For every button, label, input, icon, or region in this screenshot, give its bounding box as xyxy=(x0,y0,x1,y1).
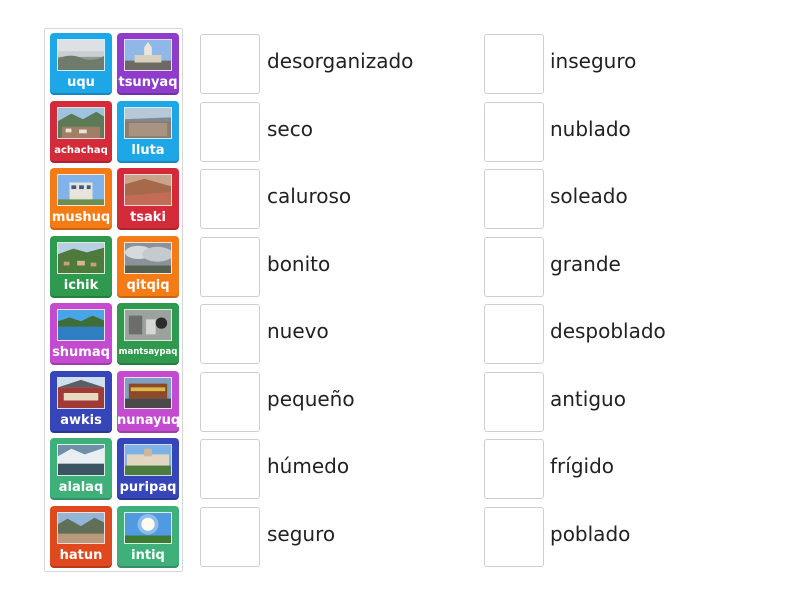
tile-photo xyxy=(124,241,172,274)
tile-label: ichik xyxy=(63,277,99,293)
drop-zone-left_words-1[interactable] xyxy=(200,34,260,94)
match-word: grande xyxy=(550,251,621,276)
drop-zone-left_words-8[interactable] xyxy=(200,506,260,567)
tile-shumaq[interactable]: shumaq xyxy=(50,303,112,365)
tile-lluta[interactable]: lluta xyxy=(117,100,179,163)
tile-label: uqu xyxy=(67,75,95,90)
tile-photo xyxy=(124,39,172,71)
drop-zone-left_words-4[interactable] xyxy=(200,236,260,297)
tile-alalaq[interactable]: alalaq xyxy=(50,438,112,500)
tile-mushuq[interactable]: mushuq xyxy=(50,168,112,230)
match-word: pequeño xyxy=(267,386,355,411)
tile-photo xyxy=(57,106,105,139)
drop-zone-left_words-5[interactable] xyxy=(200,304,260,364)
match-word: nublado xyxy=(550,116,631,141)
tile-photo xyxy=(57,376,105,409)
tile-tsunyaq[interactable]: tsunyaq xyxy=(117,33,179,95)
tile-photo xyxy=(57,444,105,476)
tile-label: intiq xyxy=(131,547,165,563)
tile-label: puripaq xyxy=(119,480,177,495)
tile-label: achachaq xyxy=(54,144,108,156)
match-word: frígido xyxy=(550,454,615,478)
tile-ichik[interactable]: ichik xyxy=(50,235,112,298)
tile-tsaki[interactable]: tsaki xyxy=(117,168,179,230)
match-word: seguro xyxy=(267,521,336,546)
tile-photo xyxy=(57,39,105,71)
tile-qitqiq[interactable]: qitqiq xyxy=(117,235,179,298)
drop-zone-left_words-2[interactable] xyxy=(200,101,260,162)
tile-photo xyxy=(124,106,172,139)
tile-label: mantsaypaq xyxy=(118,347,178,357)
tile-achachaq[interactable]: achachaq xyxy=(50,100,112,163)
match-word: poblado xyxy=(550,521,631,546)
drop-zone-right_words-7[interactable] xyxy=(484,439,544,499)
tile-photo xyxy=(124,444,172,476)
tile-photo xyxy=(57,309,105,341)
drop-zone-right_words-6[interactable] xyxy=(484,371,544,432)
tile-awkis[interactable]: awkis xyxy=(50,370,112,433)
tile-puripaq[interactable]: puripaq xyxy=(117,438,179,500)
drop-zone-left_words-3[interactable] xyxy=(200,169,260,229)
match-word: desorganizado xyxy=(267,49,414,73)
tile-photo xyxy=(57,511,105,544)
drop-zone-right_words-2[interactable] xyxy=(484,101,544,162)
match-word: despoblado xyxy=(550,319,666,343)
tile-uqu[interactable]: uqu xyxy=(50,33,112,95)
drop-zone-left_words-7[interactable] xyxy=(200,439,260,499)
match-word: inseguro xyxy=(550,49,637,73)
tile-photo xyxy=(124,174,172,206)
match-word: bonito xyxy=(267,251,331,276)
tile-photo xyxy=(124,511,172,544)
tile-intiq[interactable]: intiq xyxy=(117,505,179,568)
tile-nunayuq[interactable]: nunayuq xyxy=(117,370,179,433)
tile-label: nunayuq xyxy=(117,412,179,428)
drop-zone-right_words-1[interactable] xyxy=(484,34,544,94)
tile-label: hatun xyxy=(59,547,103,563)
tile-photo xyxy=(124,309,172,341)
match-word: nuevo xyxy=(267,319,329,343)
match-word: soleado xyxy=(550,184,628,208)
tile-label: tsaki xyxy=(130,210,166,225)
tile-photo xyxy=(57,174,105,206)
tile-hatun[interactable]: hatun xyxy=(50,505,112,568)
drop-zone-right_words-4[interactable] xyxy=(484,236,544,297)
drop-zone-right_words-8[interactable] xyxy=(484,506,544,567)
tile-label: awkis xyxy=(60,412,102,428)
drop-zone-right_words-3[interactable] xyxy=(484,169,544,229)
tile-label: qitqiq xyxy=(126,277,170,293)
tile-label: shumaq xyxy=(52,345,110,360)
tile-label: lluta xyxy=(131,142,165,158)
tile-photo xyxy=(57,241,105,274)
match-word: seco xyxy=(267,116,313,141)
drop-zone-right_words-5[interactable] xyxy=(484,304,544,364)
tile-mantsaypaq[interactable]: mantsaypaq xyxy=(117,303,179,365)
match-word: antiguo xyxy=(550,386,626,411)
match-word: húmedo xyxy=(267,454,350,478)
tile-label: mushuq xyxy=(51,210,111,225)
match-word: caluroso xyxy=(267,184,352,208)
drop-zone-left_words-6[interactable] xyxy=(200,371,260,432)
tile-photo xyxy=(124,376,172,409)
tile-label: alalaq xyxy=(58,480,104,495)
tile-label: tsunyaq xyxy=(118,75,178,90)
